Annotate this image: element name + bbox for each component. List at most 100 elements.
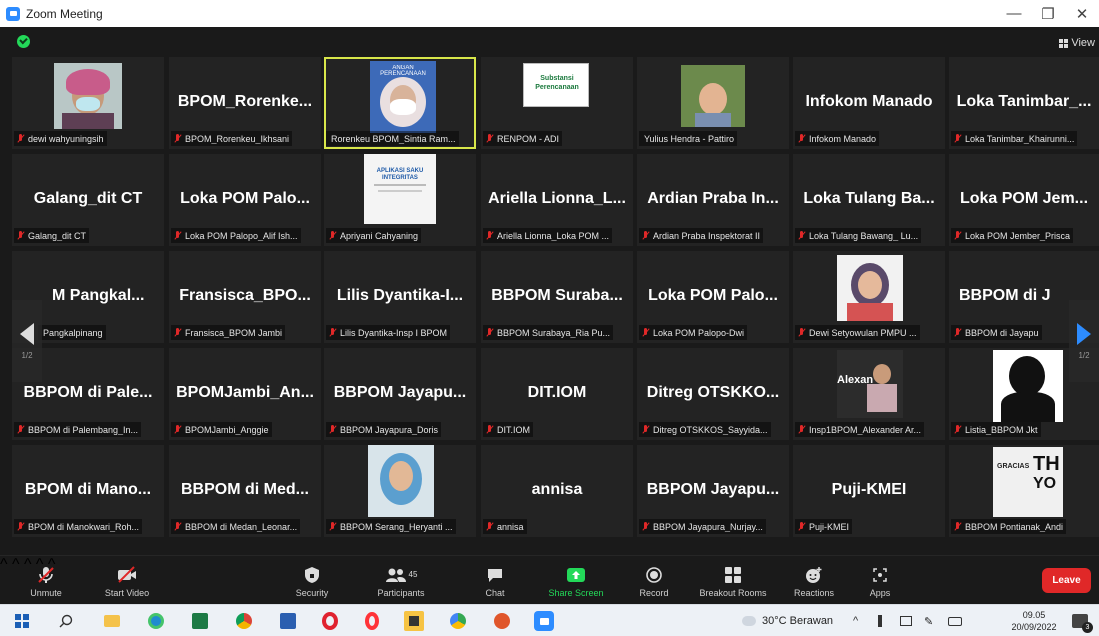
breakout-rooms-button[interactable]: Breakout Rooms: [690, 556, 776, 605]
participant-tile[interactable]: dewi wahyuningsih: [12, 57, 164, 149]
close-icon[interactable]: ✕: [1065, 0, 1099, 27]
participant-tile[interactable]: Infokom Manado Infokom Manado: [793, 57, 945, 149]
zoom-taskbar-icon[interactable]: [534, 611, 554, 631]
face-mask-shape: [76, 97, 100, 111]
participant-name-bar: BPOM_Rorenkeu_Ikhsani: [171, 131, 293, 146]
participant-name: BBPOM Surabaya_Ria Pu...: [497, 327, 611, 338]
sticky-notes-icon[interactable]: [404, 611, 424, 631]
arrow-right-icon: [1077, 322, 1091, 345]
usb-icon[interactable]: [878, 605, 882, 636]
word-cloud-text: GRACIAS: [997, 463, 1030, 470]
participant-tile[interactable]: Substansi Perencanaan RENPOM - ADI: [481, 57, 633, 149]
participant-name-bar: BPOM di Manokwari_Roh...: [14, 519, 143, 534]
encryption-shield-icon[interactable]: [17, 35, 30, 48]
active-speaker-tile[interactable]: ANGAN PERENCANAAN Rorenkeu BPOM_Sintia R…: [324, 57, 476, 149]
taskbar-clock[interactable]: 09.05 20/09/2022: [1007, 609, 1061, 633]
title-bar: Zoom Meeting — ❐ ✕: [0, 0, 1099, 27]
show-hidden-icons-chevron-icon[interactable]: ^: [853, 605, 858, 636]
participant-tile[interactable]: annisa annisa: [481, 445, 633, 537]
participant-tile[interactable]: Ditreg OTSKKO... Ditreg OTSKKOS_Sayyida.…: [637, 348, 789, 440]
participant-tile[interactable]: BBPOM di Med... BBPOM di Medan_Leonar...: [169, 445, 321, 537]
security-button[interactable]: Security: [284, 556, 340, 605]
participant-name: Puji-KMEI: [809, 521, 850, 532]
participants-button[interactable]: 45 Participants: [366, 556, 436, 605]
participant-tile[interactable]: APLIKASI SAKU INTEGRITAS Apriyani Cahyan…: [324, 154, 476, 246]
language-pen-icon[interactable]: ✎: [924, 605, 933, 636]
notification-center-icon[interactable]: 3: [1070, 611, 1093, 633]
start-video-button[interactable]: Start Video: [94, 556, 160, 605]
participant-tile[interactable]: Loka POM Palo... Loka POM Palopo_Alif Is…: [169, 154, 321, 246]
excel-icon[interactable]: [190, 611, 210, 631]
participant-display-name: DIT.IOM: [527, 384, 587, 401]
reactions-button[interactable]: Reactions: [788, 556, 840, 605]
word-icon[interactable]: [278, 611, 298, 631]
participant-tile[interactable]: Galang_dit CT Galang_dit CT: [12, 154, 164, 246]
share-screen-button[interactable]: Share Screen: [542, 556, 610, 605]
participant-name: Lilis Dyantika-Insp I BPOM: [340, 327, 448, 338]
participant-display-name: Loka POM Palo...: [180, 190, 310, 207]
participant-name-bar: Pangkalpinang: [38, 325, 106, 340]
participant-tile[interactable]: BPOM_Rorenke... BPOM_Rorenkeu_Ikhsani: [169, 57, 321, 149]
minimize-icon[interactable]: —: [997, 0, 1031, 27]
muted-mic-icon: [953, 133, 962, 144]
maximize-icon[interactable]: ❐: [1031, 0, 1065, 27]
photos-icon[interactable]: [492, 611, 512, 631]
participant-tile[interactable]: Loka POM Jem... Loka POM Jember_Prisca: [949, 154, 1099, 246]
participant-name-bar: Yulius Hendra - Pattiro: [639, 131, 738, 146]
share-screen-icon: [566, 564, 586, 586]
participant-display-name: Loka POM Palo...: [648, 287, 778, 304]
participant-video: ANGAN PERENCANAAN: [370, 61, 436, 133]
participant-display-name: Fransisca_BPO...: [179, 287, 311, 304]
participant-name-bar: Rorenkeu BPOM_Sintia Ram...: [326, 131, 459, 146]
participant-tile[interactable]: BPOMJambi_An... BPOMJambi_Anggie: [169, 348, 321, 440]
opera-gx-icon[interactable]: [362, 611, 382, 631]
google-drive-icon[interactable]: [448, 611, 468, 631]
participant-display-name: Loka POM Jem...: [959, 190, 1089, 207]
participant-name: annisa: [497, 521, 524, 532]
chrome-icon[interactable]: [234, 611, 254, 631]
search-icon[interactable]: [56, 611, 76, 631]
audio-options-chevron-icon[interactable]: ^: [0, 556, 8, 573]
participant-tile[interactable]: BBPOM Jayapu... BBPOM Jayapura_Doris: [324, 348, 476, 440]
participant-tile[interactable]: BBPOM Serang_Heryanti ...: [324, 445, 476, 537]
participant-display-name: BBPOM Jayapu...: [646, 481, 780, 498]
participant-tile[interactable]: BBPOM Jayapu... BBPOM Jayapura_Nurjay...: [637, 445, 789, 537]
participant-tile[interactable]: BPOM di Mano... BPOM di Manokwari_Roh...: [12, 445, 164, 537]
arrow-left-icon: [20, 322, 34, 345]
windows-start-icon[interactable]: [12, 611, 32, 631]
unmute-button[interactable]: Unmute: [18, 556, 74, 605]
next-page-button[interactable]: 1/2: [1069, 300, 1099, 382]
network-icon[interactable]: [900, 605, 912, 636]
previous-page-button[interactable]: 1/2: [12, 300, 42, 382]
view-button[interactable]: View: [1059, 37, 1095, 49]
participant-tile[interactable]: GRACIAS TH YO BBPOM Pontianak_Andi: [949, 445, 1099, 537]
apps-button[interactable]: Apps: [860, 556, 900, 605]
participant-tile[interactable]: Fransisca_BPO... Fransisca_BPOM Jambi: [169, 251, 321, 343]
weather-widget[interactable]: 30°C Berawan: [742, 605, 833, 636]
participant-tile[interactable]: Alexan Insp1BPOM_Alexander Ar...: [793, 348, 945, 440]
zoom-logo-icon: [6, 6, 20, 21]
leave-button[interactable]: Leave: [1042, 568, 1091, 593]
participant-tile[interactable]: Loka Tulang Ba... Loka Tulang Bawang_ Lu…: [793, 154, 945, 246]
participant-tile[interactable]: Loka POM Palo... Loka POM Palopo-Dwi: [637, 251, 789, 343]
participant-tile[interactable]: Puji-KMEI Puji-KMEI: [793, 445, 945, 537]
participant-tile[interactable]: Ardian Praba In... Ardian Praba Inspekto…: [637, 154, 789, 246]
participant-tile[interactable]: Lilis Dyantika-I... Lilis Dyantika-Insp …: [324, 251, 476, 343]
participant-tile[interactable]: Dewi Setyowulan PMPU ...: [793, 251, 945, 343]
participant-name: BBPOM Pontianak_Andi: [965, 521, 1064, 532]
participant-tile[interactable]: Yulius Hendra - Pattiro: [637, 57, 789, 149]
windows-taskbar: 30°C Berawan ^ ✎ 09.05 20/09/2022 3: [0, 604, 1099, 636]
muted-mic-icon: [953, 424, 962, 435]
chat-button[interactable]: Chat: [478, 556, 512, 605]
participant-name-bar: Infokom Manado: [795, 131, 880, 146]
opera-icon[interactable]: [320, 611, 340, 631]
word-cloud-text: TH: [1033, 453, 1060, 475]
participant-tile[interactable]: Loka Tanimbar_... Loka Tanimbar_Khairunn…: [949, 57, 1099, 149]
record-button[interactable]: Record: [632, 556, 676, 605]
edge-browser-icon[interactable]: [146, 611, 166, 631]
participant-tile[interactable]: DIT.IOM DIT.IOM: [481, 348, 633, 440]
file-explorer-icon[interactable]: [102, 611, 122, 631]
participant-tile[interactable]: BBPOM Suraba... BBPOM Surabaya_Ria Pu...: [481, 251, 633, 343]
keyboard-icon[interactable]: [948, 605, 962, 636]
participant-tile[interactable]: Ariella Lionna_L... Ariella Lionna_Loka …: [481, 154, 633, 246]
